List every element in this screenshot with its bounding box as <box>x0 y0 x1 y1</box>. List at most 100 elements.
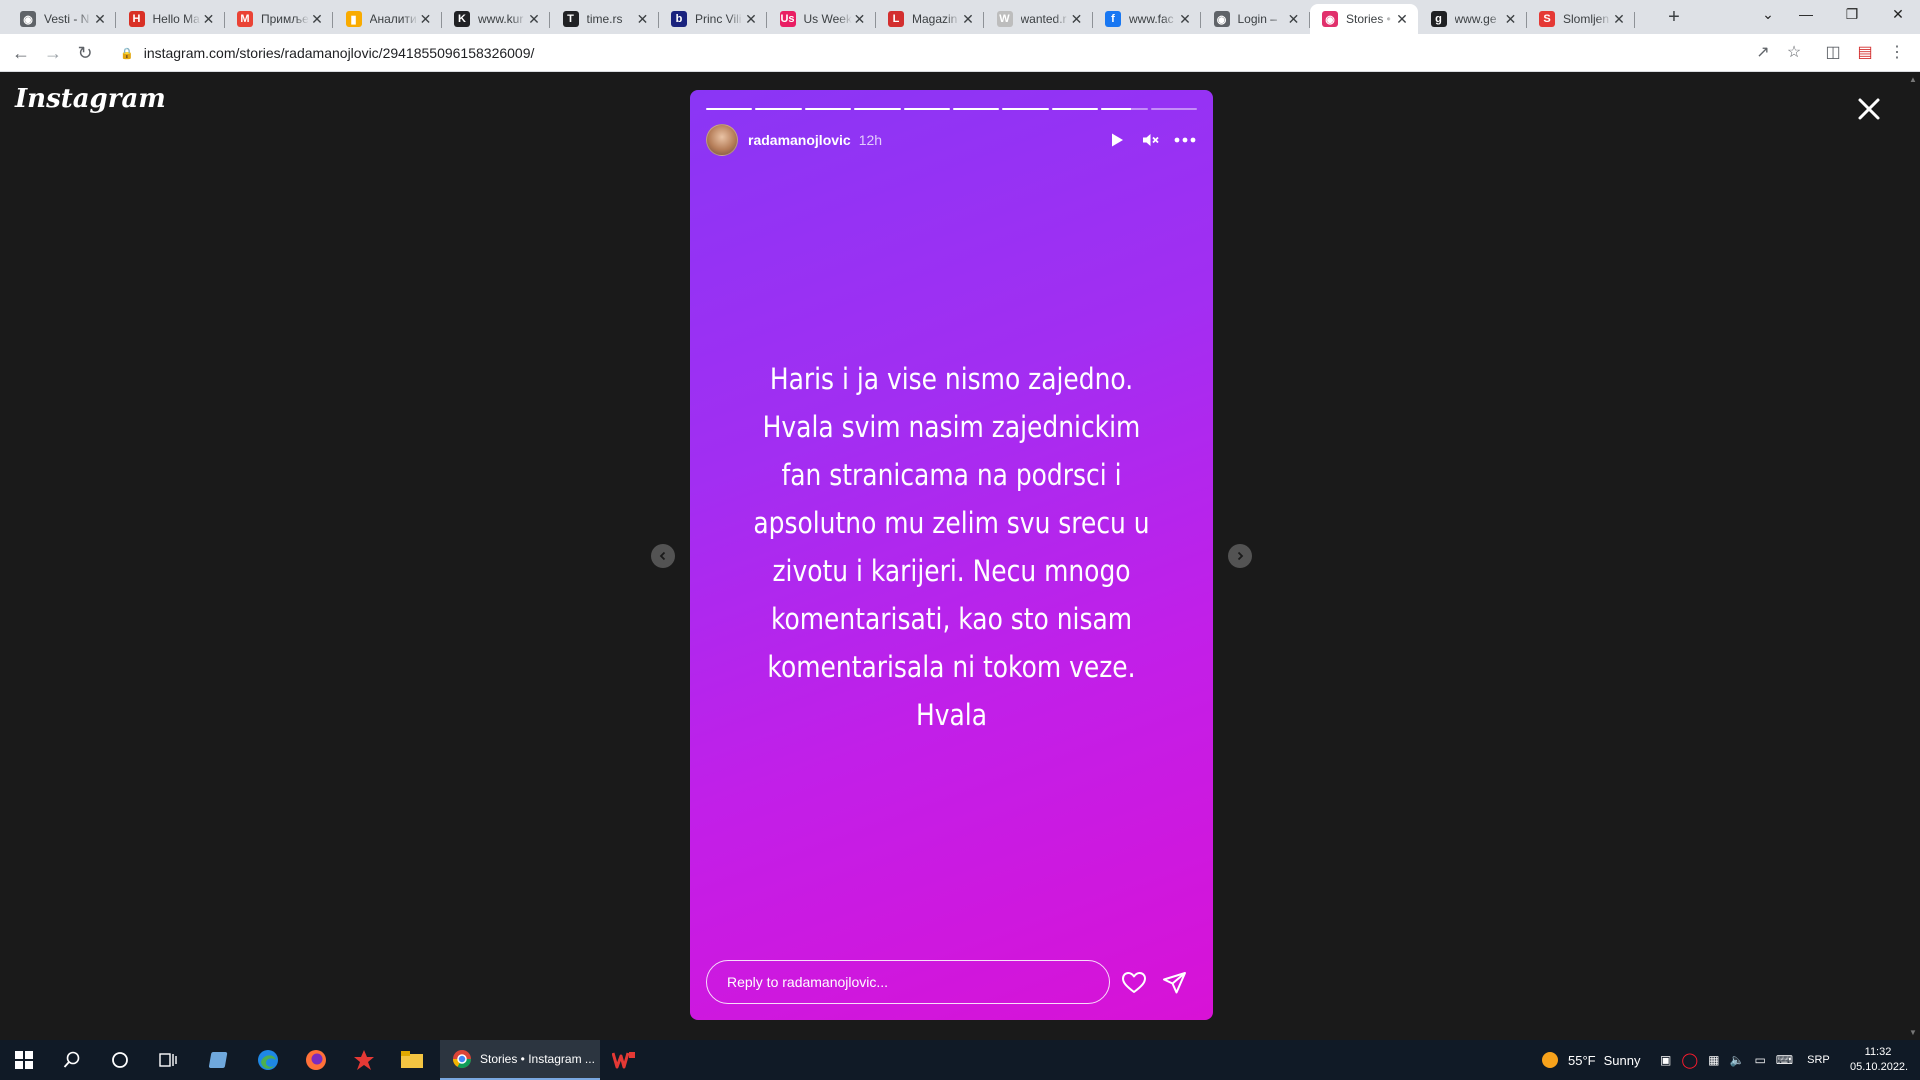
progress-segment-fill <box>706 108 753 110</box>
browser-tab[interactable]: g www.ge ✕ <box>1419 4 1527 34</box>
browser-tab[interactable]: H Hello Ma ✕ <box>117 4 225 34</box>
play-button[interactable] <box>1105 128 1129 152</box>
tab-close-icon[interactable]: ✕ <box>1069 11 1085 28</box>
system-clock[interactable]: 11:32 05.10.2022. <box>1850 1045 1908 1075</box>
browser-tab[interactable]: Wwanted.r ✕ <box>985 4 1093 34</box>
progress-segment-fill <box>953 108 1000 110</box>
side-panel-icon[interactable]: ◫ <box>1822 42 1844 64</box>
taskbar-app-wps[interactable] <box>600 1040 648 1080</box>
browser-tab[interactable]: f www.fac ✕ <box>1093 4 1201 34</box>
display-icon[interactable]: ▭ <box>1754 1053 1765 1067</box>
reply-input[interactable] <box>706 960 1110 1004</box>
tab-close-icon[interactable]: ✕ <box>1286 11 1302 28</box>
browser-tab[interactable]: ◉ Login – ✕ <box>1202 4 1310 34</box>
tab-close-icon[interactable]: ✕ <box>743 11 759 28</box>
menu-kebab-icon[interactable]: ⋮ <box>1886 42 1908 64</box>
task-view-icon <box>159 1053 177 1067</box>
browser-tab[interactable]: M Примље ✕ <box>225 4 333 34</box>
tab-close-icon[interactable]: ✕ <box>635 11 651 28</box>
tab-close-icon[interactable]: ✕ <box>1177 11 1193 28</box>
tab-close-icon[interactable]: ✕ <box>201 11 217 28</box>
tab-close-icon[interactable]: ✕ <box>1611 11 1627 28</box>
opera-icon[interactable]: ◯ <box>1681 1051 1698 1069</box>
weather-widget[interactable]: 55°F Sunny <box>1540 1040 1640 1080</box>
forward-icon[interactable]: → <box>40 40 66 66</box>
progress-segment <box>1101 108 1148 110</box>
window-close-icon[interactable]: ✕ <box>1875 0 1920 30</box>
send-icon[interactable] <box>1162 970 1188 996</box>
notes-app-icon <box>209 1052 228 1068</box>
browser-tab[interactable]: b Princ Vili ✕ <box>659 4 767 34</box>
lock-icon: 🔒 <box>120 47 134 60</box>
browser-tab[interactable]: Ttime.rs ✕ <box>551 4 659 34</box>
time-icon: T <box>562 11 579 27</box>
share-icon[interactable]: ↗ <box>1752 42 1774 64</box>
taskbar-app-edge[interactable] <box>244 1040 292 1080</box>
cortana-button[interactable] <box>96 1040 144 1080</box>
restore-icon[interactable]: ❐ <box>1829 0 1875 30</box>
tab-close-icon[interactable]: ✕ <box>309 11 325 28</box>
tab-close-icon[interactable]: ✕ <box>1503 11 1519 28</box>
tab-close-icon[interactable]: ✕ <box>1394 11 1410 28</box>
weather-temperature: 55°F <box>1568 1052 1596 1068</box>
next-story-button[interactable] <box>1228 544 1252 568</box>
address-bar[interactable]: 🔒 instagram.com/stories/radamanojlovic/2… <box>108 38 1788 68</box>
new-tab-button[interactable]: + <box>1660 6 1688 30</box>
page-scrollbar[interactable]: ▲ ▼ <box>1905 72 1920 1040</box>
previous-story-button[interactable] <box>651 544 675 568</box>
tab-close-icon[interactable]: ✕ <box>418 11 434 28</box>
search-icon <box>63 1051 80 1068</box>
close-icon[interactable] <box>1852 92 1886 126</box>
tab-title: Hello Ma <box>152 12 200 26</box>
browser-tab[interactable]: Us Us Week ✕ <box>768 4 876 34</box>
progress-segment <box>706 108 753 110</box>
system-tray: ▣ ◯ ▦ 🔈 ▭ ⌨ SRP <box>1660 1040 1830 1080</box>
gmail-icon: M <box>237 11 253 27</box>
minimize-icon[interactable]: — <box>1783 0 1829 30</box>
heart-icon[interactable] <box>1121 970 1147 996</box>
task-view-button[interactable] <box>144 1040 192 1080</box>
progress-segment <box>903 108 951 110</box>
browser-tab[interactable]: ◉ Stories • ✕ <box>1310 4 1418 34</box>
bookmark-star-icon[interactable]: ☆ <box>1783 42 1805 64</box>
browser-tab[interactable]: L Magazin ✕ <box>876 4 984 34</box>
extension-icon[interactable]: ▤ <box>1854 42 1876 64</box>
taskbar-app-firefox[interactable] <box>292 1040 340 1080</box>
reload-icon[interactable]: ↻ <box>72 40 98 66</box>
scroll-up-icon[interactable]: ▲ <box>1909 75 1917 84</box>
language-indicator[interactable]: SRP <box>1807 1054 1830 1066</box>
tab-strip: ◉ Vesti - N ✕ H Hello Ma ✕ M Примље ✕ ▮ Аналити ✕ Kw… <box>0 0 1920 34</box>
taskbar-app-red[interactable] <box>340 1040 388 1080</box>
progress-segment <box>1051 108 1099 110</box>
back-icon[interactable]: ← <box>8 40 34 66</box>
more-options-button[interactable] <box>1173 128 1197 152</box>
volume-muted-icon[interactable]: 🔈 <box>1729 1053 1744 1067</box>
network-icon[interactable]: ▦ <box>1708 1053 1719 1067</box>
mute-button[interactable] <box>1139 128 1163 152</box>
search-button[interactable] <box>48 1040 96 1080</box>
progress-segment <box>1150 108 1198 110</box>
taskbar-app-explorer[interactable] <box>388 1040 436 1080</box>
story-username[interactable]: radamanojlovic <box>748 132 851 148</box>
meet-now-icon[interactable]: ▣ <box>1660 1053 1671 1067</box>
browser-tab[interactable]: ▮ Аналити ✕ <box>334 4 442 34</box>
browser-tab[interactable]: S Slomljen ✕ <box>1527 4 1635 34</box>
scroll-down-icon[interactable]: ▼ <box>1909 1028 1917 1037</box>
browser-tab[interactable]: Kwww.kur ✕ <box>442 4 550 34</box>
instagram-logo[interactable]: Instagram <box>15 84 166 114</box>
avatar[interactable] <box>706 124 738 156</box>
story-card[interactable]: radamanojlovic 12h Haris i ja vise nismo… <box>690 90 1213 1020</box>
tab-title: Примље <box>261 12 309 26</box>
clock-time: 11:32 <box>1864 1046 1892 1058</box>
keyboard-icon[interactable]: ⌨ <box>1776 1053 1793 1067</box>
taskbar-app-chrome[interactable]: Stories • Instagram ... <box>440 1040 600 1080</box>
tab-close-icon[interactable]: ✕ <box>852 11 868 28</box>
tab-close-icon[interactable]: ✕ <box>960 11 976 28</box>
tab-close-icon[interactable]: ✕ <box>92 11 108 28</box>
story-header: radamanojlovic 12h <box>706 124 1197 156</box>
progress-segment <box>1002 108 1049 110</box>
start-button[interactable] <box>0 1040 48 1080</box>
tab-close-icon[interactable]: ✕ <box>526 11 542 28</box>
browser-tab[interactable]: ◉ Vesti - N ✕ <box>8 4 116 34</box>
taskbar-app-notes[interactable] <box>196 1040 244 1080</box>
